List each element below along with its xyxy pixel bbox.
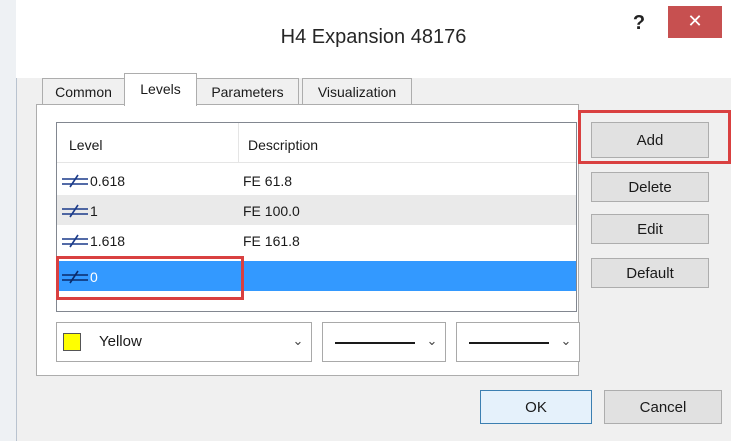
tab-visualization[interactable]: Visualization [302,78,412,104]
level-value: 0.618 [90,173,126,189]
line-width-select[interactable]: ⌄ [456,322,580,362]
edit-button[interactable]: Edit [591,214,709,244]
column-header-description[interactable]: Description [239,123,576,163]
close-button[interactable]: ✕ [668,6,722,38]
level-description [243,261,573,291]
level-line-icon [62,204,88,218]
default-button[interactable]: Default [591,258,709,288]
background-window-edge [0,0,16,441]
level-row[interactable]: 1 FE 100.0 [57,195,576,225]
ok-button[interactable]: OK [480,390,592,424]
column-header-level[interactable]: Level [57,123,239,163]
level-description: FE 161.8 [243,233,300,249]
line-style-sample [335,342,415,344]
level-cell: 1.618 [61,225,241,255]
help-button[interactable]: ? [628,12,650,38]
chevron-down-icon: ⌄ [426,333,438,348]
level-line-icon [62,174,88,188]
level-value: 1.618 [90,233,126,249]
chevron-down-icon: ⌄ [560,333,572,348]
tab-common[interactable]: Common [42,78,125,104]
level-row[interactable]: 0.618 FE 61.8 [57,165,576,195]
cancel-button[interactable]: Cancel [604,390,722,424]
level-cell: 0.618 [61,165,241,195]
level-value: 1 [90,203,98,219]
highlight-box-new-level [56,256,244,300]
tab-levels[interactable]: Levels [124,73,197,106]
level-cell: 1 [61,195,241,225]
color-select-value: Yellow [99,333,142,350]
line-width-sample [469,342,549,344]
tab-parameters[interactable]: Parameters [196,78,299,104]
color-select[interactable]: Yellow ⌄ [56,322,312,362]
window-title: H4 Expansion 48176 [280,26,467,48]
delete-button[interactable]: Delete [591,172,709,202]
line-style-select[interactable]: ⌄ [322,322,446,362]
level-description: FE 100.0 [243,203,300,219]
color-swatch [63,333,81,351]
chevron-down-icon: ⌄ [292,333,304,348]
level-row[interactable]: 1.618 FE 161.8 [57,225,576,255]
level-description: FE 61.8 [243,173,293,189]
level-line-icon [62,234,88,248]
highlight-box-add-button [578,110,731,164]
